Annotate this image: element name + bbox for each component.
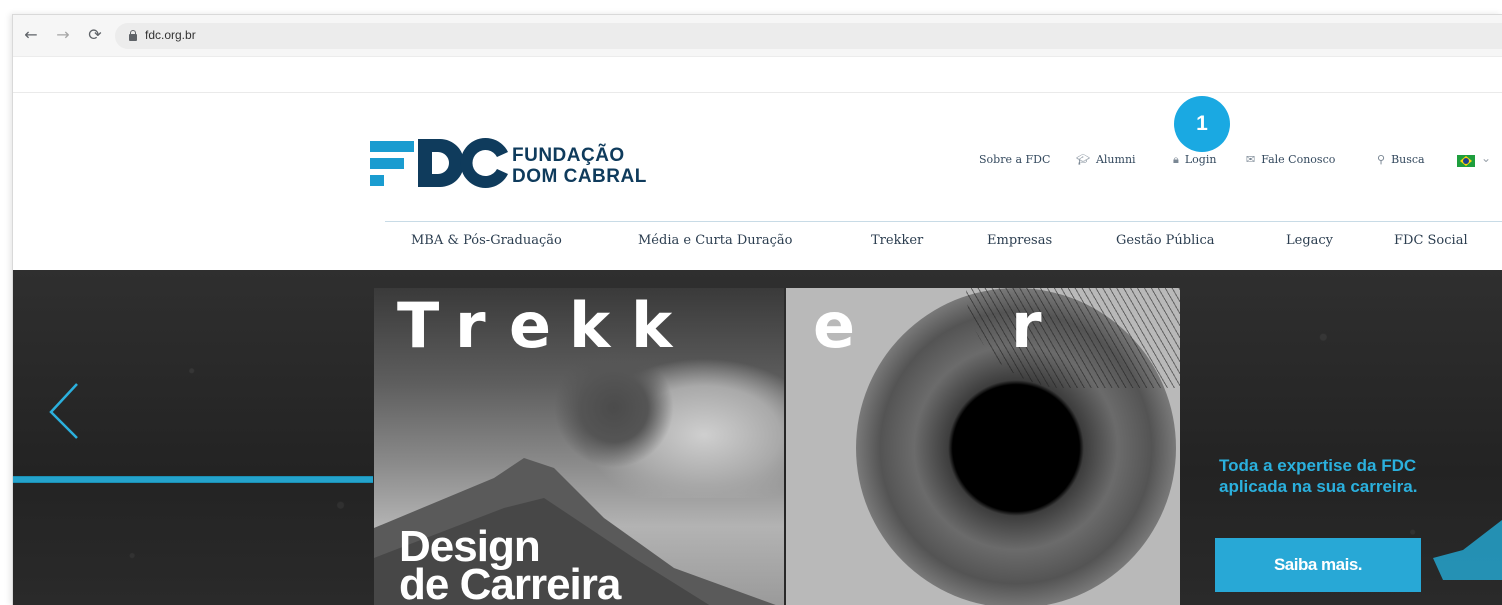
step-badge: 1 — [1174, 96, 1230, 152]
hero-letter: e — [509, 289, 552, 362]
util-item-alumni[interactable]: 🎓︎ Alumni — [1076, 153, 1136, 166]
lock-icon — [129, 30, 137, 41]
hero-letter: k — [569, 289, 611, 362]
browser-toolbar: ← → ⟳ fdc.org.br — [13, 15, 1502, 57]
util-item-fale-conosco[interactable]: ✉ Fale Conosco — [1246, 153, 1335, 166]
hero-tagline-line-1: Toda a expertise da FDC — [1219, 456, 1417, 475]
lock-icon: 🔒︎ — [1173, 153, 1179, 166]
reload-icon[interactable]: ⟳ — [85, 25, 105, 45]
site-header: FUNDAÇÃO DOM CABRAL 1 Sobre a FDC 🎓︎ Alum… — [13, 93, 1502, 270]
util-item-busca[interactable]: ⚲ Busca — [1377, 153, 1425, 166]
nav-item-legacy[interactable]: Legacy — [1286, 233, 1333, 248]
hero-accent-line — [13, 477, 373, 482]
url-text[interactable]: fdc.org.br — [145, 28, 196, 42]
chevron-down-icon[interactable]: ⌄ — [1481, 151, 1491, 165]
util-label: Busca — [1391, 153, 1425, 166]
saiba-mais-button[interactable]: Saiba mais. — [1215, 538, 1421, 592]
chevron-left-icon[interactable] — [45, 380, 85, 440]
nav-item-trekker[interactable]: Trekker — [871, 233, 923, 248]
hero-banner: T r e k k e r Design de Carreira Toda a … — [13, 270, 1502, 605]
header-divider — [385, 221, 1502, 222]
nav-item-mba[interactable]: MBA & Pós-Graduação — [411, 233, 562, 248]
main-nav: MBA & Pós-Graduação Média e Curta Duraçã… — [13, 233, 1502, 263]
hero-letter: e — [813, 289, 856, 362]
hero-letter: r — [1011, 289, 1042, 362]
hero-title-line-2: de Carreira — [399, 560, 621, 605]
hero-letter: k — [631, 289, 673, 362]
nav-item-fdc-social[interactable]: FDC Social — [1394, 233, 1468, 248]
envelope-icon: ✉ — [1246, 153, 1256, 166]
util-label: Alumni — [1095, 153, 1136, 166]
nav-item-media-curta[interactable]: Média e Curta Duração — [638, 233, 792, 248]
hero-tagline-line-2: aplicada na sua carreira. — [1219, 477, 1418, 496]
util-label: Sobre a FDC — [979, 153, 1051, 166]
browser-window: ← → ⟳ fdc.org.br FUNDAÇÃO DOM CABRAL 1 S… — [12, 14, 1502, 605]
decorative-wave-icon — [1433, 520, 1502, 580]
brazil-flag-icon[interactable] — [1457, 155, 1475, 167]
util-label: Fale Conosco — [1261, 153, 1336, 166]
forward-arrow-icon[interactable]: → — [53, 25, 73, 45]
hero-letter: T — [397, 289, 440, 362]
back-arrow-icon[interactable]: ← — [21, 25, 41, 45]
util-item-login[interactable]: 🔒︎ Login — [1173, 153, 1216, 167]
address-bar[interactable]: fdc.org.br — [115, 23, 1502, 49]
nav-item-empresas[interactable]: Empresas — [987, 233, 1052, 248]
hero-letter: r — [455, 289, 486, 362]
util-label: Login — [1184, 153, 1217, 166]
hero-tagline: Toda a expertise da FDC aplicada na sua … — [1219, 455, 1489, 497]
graduation-cap-icon: 🎓︎ — [1076, 153, 1090, 166]
page-top-strip — [13, 57, 1502, 93]
nav-item-gestao-publica[interactable]: Gestão Pública — [1116, 233, 1214, 248]
hero-design-title: Design de Carreira — [399, 525, 621, 605]
util-item-sobre[interactable]: Sobre a FDC — [979, 153, 1050, 166]
search-icon: ⚲ — [1377, 153, 1386, 166]
